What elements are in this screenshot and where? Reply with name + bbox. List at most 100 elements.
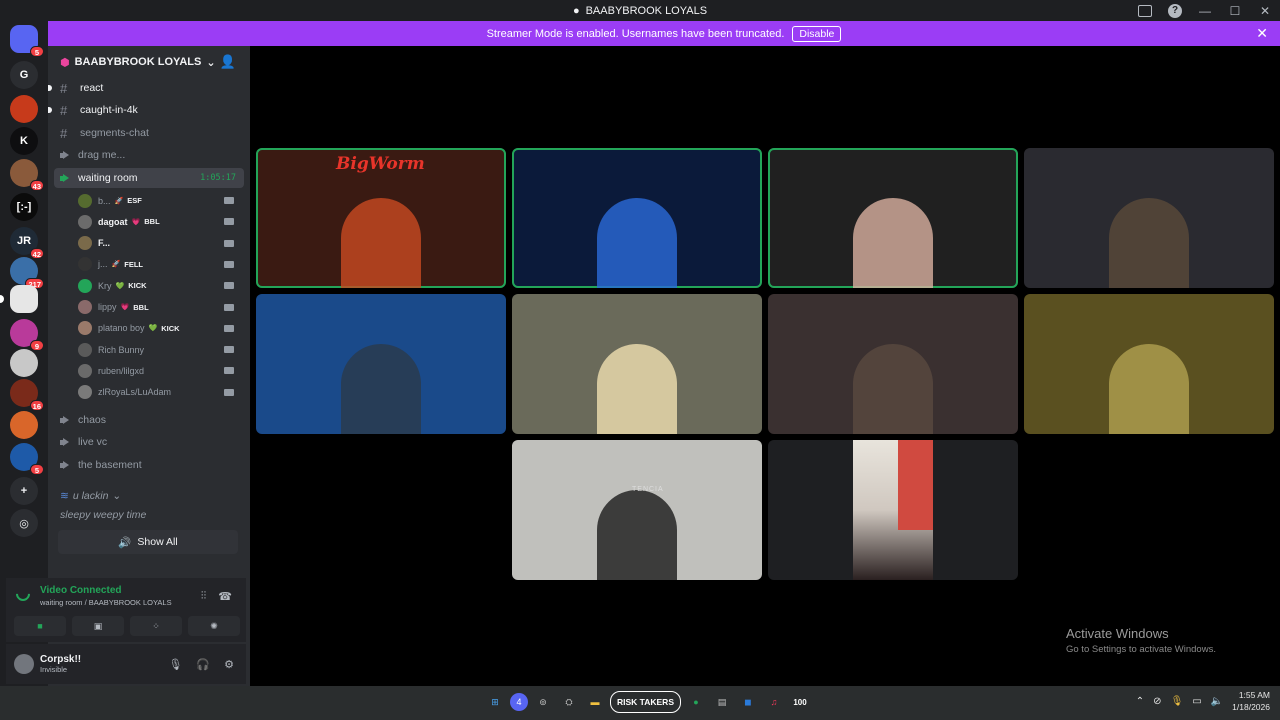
- server-orange[interactable]: [10, 411, 38, 439]
- minimize-button[interactable]: —: [1190, 4, 1220, 18]
- server-header[interactable]: ⬢ BAABYBROOK LOYALS ⌄ 👤: [48, 46, 250, 78]
- explore-icon[interactable]: ◎: [10, 509, 38, 537]
- channel-drag-me-[interactable]: drag me...: [54, 145, 244, 165]
- chevron-up-icon[interactable]: ⌃: [1136, 696, 1144, 707]
- store-icon[interactable]: ▤: [711, 691, 733, 713]
- tile-blue-room[interactable]: [256, 294, 506, 434]
- start-icon[interactable]: ⊞: [484, 691, 506, 713]
- clock[interactable]: 1:55 AM 1/18/2026: [1232, 689, 1270, 713]
- category-header[interactable]: ≋ u lackin ⌄: [54, 486, 244, 506]
- voice-user[interactable]: dagoat 💗 BBL: [78, 211, 244, 232]
- add-server-icon[interactable]: +: [10, 477, 38, 505]
- channel-live-vc[interactable]: live vc: [54, 432, 244, 452]
- voice-user[interactable]: lippy 💗 BBL: [78, 297, 244, 318]
- close-icon[interactable]: ✕: [1256, 25, 1268, 42]
- tile-cowboy[interactable]: [1024, 148, 1274, 288]
- tile-bedroom[interactable]: [768, 294, 1018, 434]
- gear-icon[interactable]: ⚙: [224, 658, 234, 671]
- music-icon[interactable]: ♫: [763, 691, 785, 713]
- channel-caught-in-4k[interactable]: # caught-in-4k: [48, 100, 244, 120]
- microphone-icon[interactable]: 🎙: [168, 658, 182, 671]
- mic-tray-icon[interactable]: 🎙: [1171, 696, 1184, 707]
- server-g[interactable]: G: [10, 61, 38, 89]
- voice-user[interactable]: ruben/lilgxd: [78, 360, 244, 381]
- server-red[interactable]: [10, 95, 38, 123]
- activities-button[interactable]: ⁘: [130, 616, 182, 636]
- voice-location[interactable]: waiting room / BAABYBROOK LOYALS: [40, 598, 172, 607]
- outlook-icon[interactable]: ◼: [737, 691, 759, 713]
- server-fire[interactable]: 16: [10, 379, 44, 411]
- voice-user[interactable]: F...: [78, 233, 244, 254]
- network-icon[interactable]: ▭: [1192, 696, 1201, 707]
- server-kick-label: K: [20, 135, 28, 147]
- server-sky[interactable]: 217: [10, 257, 44, 289]
- voice-status[interactable]: Video Connected: [40, 585, 122, 596]
- emoji-icon: 💗: [131, 218, 141, 226]
- server-blue[interactable]: 5: [10, 443, 44, 475]
- tile-girl-glasses[interactable]: [512, 148, 762, 288]
- help-icon[interactable]: ?: [1168, 3, 1182, 18]
- server-stream[interactable]: 9: [10, 319, 44, 351]
- noise-suppression-icon[interactable]: ⫶⫶: [201, 590, 207, 603]
- chrome-icon[interactable]: RISK TAKERS: [610, 691, 681, 713]
- channel-react[interactable]: # react: [48, 78, 244, 98]
- emoji-icon: 💚: [115, 282, 125, 290]
- voice-user[interactable]: Kry 💚 KICK: [78, 275, 244, 296]
- steam-icon[interactable]: ⛭: [558, 691, 580, 713]
- mute-icon[interactable]: ⊘: [1153, 696, 1161, 707]
- avatar[interactable]: [14, 654, 34, 674]
- voice-user[interactable]: j... 🚀 FELL: [78, 254, 244, 275]
- disconnect-icon[interactable]: ☎: [218, 590, 232, 603]
- server-kick[interactable]: K: [10, 127, 38, 155]
- app-green-icon[interactable]: ●: [685, 691, 707, 713]
- user-tag: ESF: [127, 196, 142, 205]
- soundboard-button[interactable]: ✺: [188, 616, 240, 636]
- tile-yellow-room[interactable]: [1024, 294, 1274, 434]
- show-all-button[interactable]: 🔊 Show All: [58, 530, 238, 554]
- app-badge-icon[interactable]: 4: [510, 693, 528, 711]
- notification-badge: 42: [29, 248, 44, 259]
- person-silhouette: [341, 198, 421, 288]
- voice-user[interactable]: Rich Bunny: [78, 339, 244, 360]
- voice-user[interactable]: zlRoyaLs/LuAdam: [78, 382, 244, 403]
- tile-bright-room[interactable]: [512, 294, 762, 434]
- channel-name: segments-chat: [80, 127, 149, 139]
- voice-user-name: zlRoyaLs/LuAdam: [98, 387, 172, 398]
- server-bracket[interactable]: [:-]: [10, 193, 38, 221]
- headphones-icon[interactable]: 🎧: [196, 658, 210, 671]
- music-badge[interactable]: 100: [789, 691, 811, 713]
- channel-segments-chat[interactable]: # segments-chat: [54, 123, 244, 143]
- tile-girl-headset[interactable]: [768, 148, 1018, 288]
- user-tag: BBL: [144, 217, 160, 227]
- maximize-button[interactable]: ☐: [1220, 4, 1250, 18]
- channel-waiting-room[interactable]: waiting room 1:05:17: [54, 168, 244, 188]
- channel-chaos[interactable]: chaos: [54, 410, 244, 430]
- server-avatar[interactable]: 43: [10, 159, 44, 191]
- inbox-icon[interactable]: [1138, 4, 1152, 17]
- camera-icon: [224, 260, 234, 268]
- discord-window: ● BAABYBROOK LOYALS ? — ☐ ✕ Streamer Mode…: [0, 0, 1280, 720]
- discord-home[interactable]: 5: [10, 25, 44, 57]
- channel-sleepy[interactable]: sleepy weepy time: [54, 505, 244, 525]
- add-member-icon[interactable]: 👤: [220, 54, 236, 70]
- channel-the-basement[interactable]: the basement: [54, 455, 244, 475]
- close-window-button[interactable]: ✕: [1250, 4, 1280, 18]
- tile-bigworm[interactable]: BigWorm: [256, 148, 506, 288]
- server-jr[interactable]: JR 42: [10, 227, 44, 259]
- voice-user[interactable]: b... 🚀 ESF: [78, 190, 244, 211]
- folder-icon[interactable]: ▬: [584, 691, 606, 713]
- server-white[interactable]: [10, 349, 38, 377]
- server-g-label: G: [19, 69, 29, 81]
- discord-taskbar-icon[interactable]: ⊚: [532, 691, 554, 713]
- disable-button[interactable]: Disable: [792, 25, 842, 42]
- tile-shirt[interactable]: TENCIA: [512, 440, 762, 580]
- volume-icon[interactable]: 🔈: [1211, 696, 1223, 707]
- tile-portrait[interactable]: [768, 440, 1018, 580]
- server-baabybrook[interactable]: [0, 285, 38, 313]
- flag: [898, 440, 933, 530]
- camera-button[interactable]: ■: [14, 616, 66, 636]
- user-status: Invisible: [40, 665, 68, 674]
- hash-icon: #: [60, 125, 68, 141]
- voice-user[interactable]: platano boy 💚 KICK: [78, 318, 244, 339]
- screen-share-button[interactable]: ▣: [72, 616, 124, 636]
